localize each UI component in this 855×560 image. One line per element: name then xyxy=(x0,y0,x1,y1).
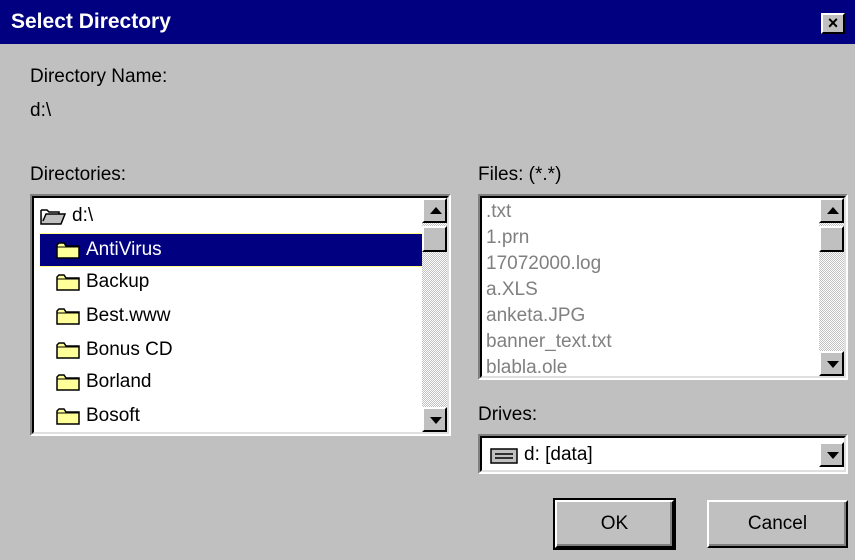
select-directory-dialog: Select Directory × Directory Name: d:\ D… xyxy=(0,0,855,560)
drives-label: Drives: xyxy=(478,404,538,425)
files-scrollbar[interactable] xyxy=(819,198,844,376)
directory-item-bonus-cd[interactable]: Bonus CD xyxy=(40,334,422,366)
chevron-down-icon xyxy=(827,452,839,459)
folder-icon xyxy=(56,308,80,325)
ok-button[interactable]: OK xyxy=(553,498,676,550)
arrow-up-icon xyxy=(827,207,839,214)
directories-list[interactable]: d:\ AntiVirus Backup Best.www Bonus CD B… xyxy=(30,194,451,436)
directory-item-best-www[interactable]: Best.www xyxy=(40,300,422,332)
file-item[interactable]: .txt xyxy=(486,200,511,224)
file-item[interactable]: anketa.JPG xyxy=(486,304,585,328)
drives-select[interactable]: d: [data] xyxy=(478,434,848,474)
directory-item-label: Backup xyxy=(86,271,150,292)
scroll-down-button[interactable] xyxy=(819,351,844,376)
open-folder-icon xyxy=(40,209,66,225)
file-item[interactable]: 1.prn xyxy=(486,226,529,250)
cancel-button-label: Cancel xyxy=(747,513,808,534)
files-list[interactable]: .txt 1.prn 17072000.log a.XLS anketa.JPG… xyxy=(478,194,848,380)
close-icon: × xyxy=(827,13,839,33)
scroll-down-button[interactable] xyxy=(422,407,447,432)
folder-icon xyxy=(56,408,80,425)
directory-item-antivirus[interactable]: AntiVirus xyxy=(39,233,423,267)
file-item[interactable]: a.XLS xyxy=(486,278,538,302)
directory-name-value: d:\ xyxy=(30,100,52,121)
scroll-up-button[interactable] xyxy=(422,198,447,223)
arrow-down-icon xyxy=(827,361,839,368)
scroll-thumb[interactable] xyxy=(422,226,447,252)
directory-item-label: Bosoft xyxy=(86,405,140,426)
folder-icon xyxy=(56,274,80,291)
directory-name-label: Directory Name: xyxy=(30,66,168,87)
directories-label: Directories: xyxy=(30,164,127,185)
arrow-down-icon xyxy=(430,417,442,424)
directory-root-label: d:\ xyxy=(72,205,94,226)
drives-selected-value: d: [data] xyxy=(524,444,593,465)
scroll-up-button[interactable] xyxy=(819,198,844,223)
directory-item-label: Bonus CD xyxy=(86,339,173,360)
directory-item-backup[interactable]: Backup xyxy=(40,266,422,298)
file-item[interactable]: blabla.ole xyxy=(486,356,567,376)
directory-item-label: Borland xyxy=(86,371,152,392)
file-item[interactable]: banner_text.txt xyxy=(486,330,612,354)
cancel-button[interactable]: Cancel xyxy=(707,500,848,548)
file-item[interactable]: 17072000.log xyxy=(486,252,601,276)
directory-item-label: Best.www xyxy=(86,305,171,326)
drive-icon xyxy=(490,448,518,464)
directory-item-label: AntiVirus xyxy=(86,239,162,260)
ok-button-label: OK xyxy=(600,513,629,534)
close-button[interactable]: × xyxy=(821,13,845,34)
arrow-up-icon xyxy=(430,207,442,214)
folder-icon xyxy=(56,374,80,391)
folder-icon xyxy=(56,342,80,359)
directory-item-borland[interactable]: Borland xyxy=(40,366,422,398)
scroll-thumb[interactable] xyxy=(819,226,844,252)
directory-root[interactable]: d:\ xyxy=(40,200,420,232)
directories-scrollbar[interactable] xyxy=(422,198,447,432)
files-label: Files: (*.*) xyxy=(478,164,562,185)
window-title: Select Directory xyxy=(11,10,171,33)
directory-item-bosoft[interactable]: Bosoft xyxy=(40,400,422,432)
title-bar: Select Directory × xyxy=(0,0,855,44)
drives-dropdown-button[interactable] xyxy=(819,442,844,467)
folder-icon xyxy=(56,242,80,259)
